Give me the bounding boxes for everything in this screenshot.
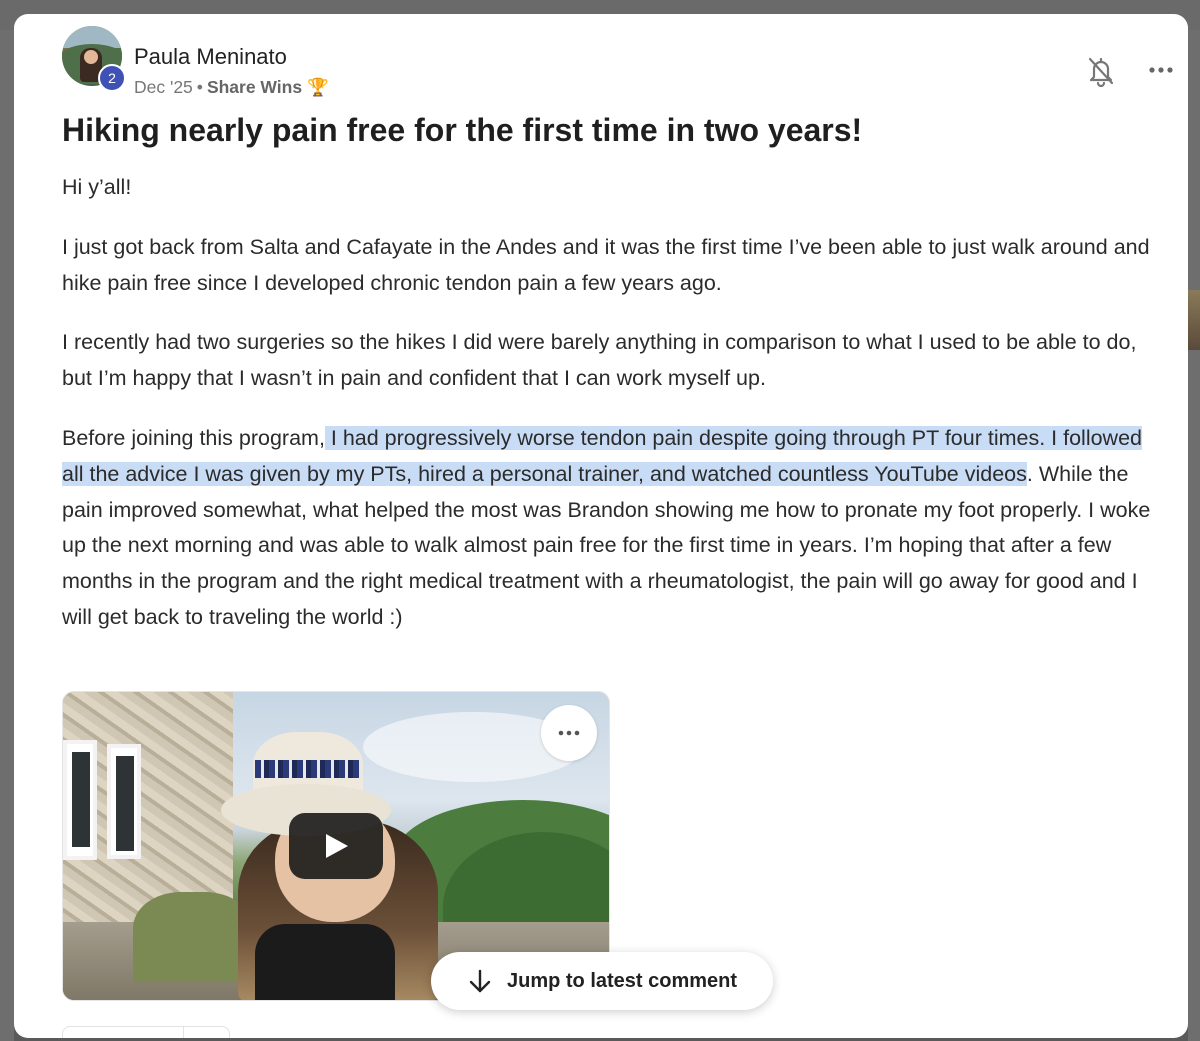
category-link[interactable]: Share Wins: [207, 77, 302, 97]
post-meta: Dec '25 • Share Wins 🏆: [134, 77, 329, 98]
author-name[interactable]: Paula Meninato: [134, 44, 287, 70]
post-modal: 2 Paula Meninato Dec '25 • Share Wins 🏆 Hi…: [14, 14, 1188, 1038]
post-header: 2 Paula Meninato Dec '25 • Share Wins 🏆: [62, 26, 1173, 98]
background-left-column: [0, 30, 14, 1041]
post-date: Dec '25: [134, 77, 193, 97]
paragraph-program-start: Before joining this program,: [62, 425, 325, 450]
post-title: Hiking nearly pain free for the first ti…: [62, 112, 863, 148]
jump-to-latest-comment-button[interactable]: Jump to latest comment: [431, 952, 773, 1010]
background-thumbnail: [1188, 290, 1200, 350]
bell-off-icon[interactable]: [1086, 55, 1116, 88]
video-more-icon[interactable]: [541, 705, 597, 761]
paragraph-trip: I just got back from Salta and Cafayate …: [62, 234, 1150, 295]
paragraph-greeting: Hi y’all!: [62, 175, 132, 199]
trophy-icon: 🏆: [306, 77, 329, 97]
play-icon[interactable]: [289, 813, 383, 879]
background-right-column: [1188, 30, 1200, 1041]
reaction-bar-partial[interactable]: [62, 1026, 230, 1038]
arrow-down-icon: [469, 969, 491, 993]
meta-separator: •: [196, 77, 203, 97]
more-options-icon[interactable]: [1144, 58, 1178, 82]
paragraph-surgeries: I recently had two surgeries so the hike…: [62, 330, 1137, 391]
post-body: Hi y’all! I just got back from Salta and…: [62, 170, 1152, 660]
paragraph-program-end: . While the pain improved somewhat, what…: [62, 461, 1151, 629]
paragraph-program: Before joining this program, I had progr…: [62, 421, 1152, 636]
level-badge: 2: [98, 64, 126, 92]
jump-button-label: Jump to latest comment: [507, 970, 738, 992]
